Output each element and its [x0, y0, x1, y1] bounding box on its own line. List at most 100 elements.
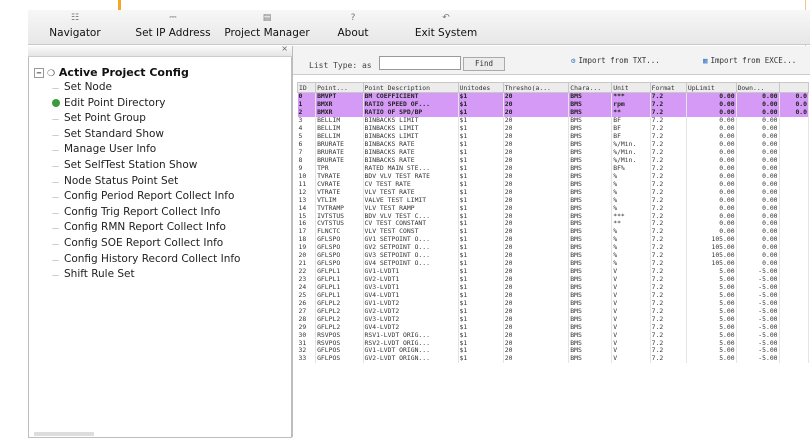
- navigator-button[interactable]: ☷ Navigator: [42, 10, 108, 44]
- table-row[interactable]: 25 GFLPL1 GV4-LVDT1 $1 20 BMS V 7.2 5.00 -5.00: [297, 291, 810, 300]
- table-row[interactable]: 27 GFLPL2 GV2-LVDT2 $1 20 BMS V 7.2 5.00 -5.00: [297, 307, 810, 316]
- tree-item[interactable]: — Node Status Point Set: [52, 175, 178, 187]
- about-button[interactable]: ? About: [332, 10, 374, 44]
- import-txt-button[interactable]: ⚙ Import from TXT...: [571, 56, 660, 65]
- tree-item[interactable]: — Set Standard Show: [52, 128, 164, 140]
- column-header[interactable]: Unit: [611, 82, 651, 93]
- table-row[interactable]: 11 CVRATE CV TEST RATE $1 20 BMS% 7.2 0.00 0.00: [297, 180, 810, 189]
- table-row[interactable]: 33 GFLPOS GV2-LVDT ORIGN... $1 20 BMS V 7.2 5.00…: [297, 354, 810, 363]
- table-row[interactable]: 4 BELLIM BINBACKS LIMIT $1 20 BMS BF 7.2 0.00 0.0…: [297, 124, 810, 133]
- table-cell: GV4 SETPOINT O...: [363, 259, 459, 268]
- import-txt-label: Import from TXT...: [578, 56, 660, 65]
- table-cell: $1: [458, 347, 504, 355]
- table-cell: -5.00: [736, 315, 780, 324]
- table-cell: [779, 283, 810, 292]
- table-cell: 5.00: [686, 299, 737, 308]
- tree-item[interactable]: — Shift Rule Set: [52, 268, 135, 280]
- table-cell: 22: [297, 267, 317, 276]
- tree-item[interactable]: — Config History Record Collect Info: [52, 253, 241, 265]
- table-cell: $1: [458, 100, 504, 109]
- table-row[interactable]: 16 CVTSTUS CV TEST CONSTANT $1 20 BMS ** 7.2 0.0…: [297, 220, 810, 228]
- excel-icon: ▦: [703, 56, 708, 65]
- set-ip-address-button[interactable]: ⎓ Set IP Address: [124, 10, 222, 44]
- table-row[interactable]: 12 VTRATE VLV TEST RATE $1 20 BMS% 7.2 0.00 0.00: [297, 188, 810, 197]
- table-cell: 105.00: [686, 243, 737, 252]
- table-cell: $1: [458, 180, 504, 189]
- table-row[interactable]: 2 BMXR RATIO OF SPD/BP $1 20 BMS ** 7.2 0.00 0.00…: [297, 108, 810, 117]
- table-row[interactable]: 1 BMXR RATIO SPEED OF... $1 20 BMS rpm 7.2 0.00 0…: [297, 100, 810, 109]
- column-header[interactable]: Down...: [735, 82, 780, 93]
- table-row[interactable]: 6 BRURATE BINBACKS RATE $1 20 BMS %/Min. 7.2 0.0…: [297, 140, 810, 149]
- table-cell: 25: [297, 291, 317, 300]
- table-row[interactable]: 22 GFLPL1 GV1-LVDT1 $1 20 BMS V 7.2 5.00 -5.00: [297, 267, 810, 276]
- list-type-input[interactable]: [379, 56, 461, 70]
- table-row[interactable]: 9 TPR RATED MAIN STE... $1 20 BMS BF% 7.2 0.00 0.…: [297, 164, 810, 173]
- table-row[interactable]: 24 GFLPL1 GV3-LVDT1 $1 20 BMS V 7.2 5.00 -5.00: [297, 283, 810, 292]
- table-cell: BMS: [568, 156, 613, 165]
- collapse-icon[interactable]: −: [34, 68, 44, 78]
- table-cell: [779, 196, 810, 205]
- table-row[interactable]: 20 GFLSPO GV3 SETPOINT O... $1 20 BMS% 7.2 105.…: [297, 251, 810, 260]
- table-row[interactable]: 21 GFLSPO GV4 SETPOINT O... $1 20 BMS% 7.2 105.…: [297, 259, 810, 268]
- table-row[interactable]: 3 BELLIM BINBACKS LIMIT $1 20 BMS BF 7.2 0.00 0.0…: [297, 116, 810, 125]
- column-header[interactable]: Unitodes: [457, 82, 504, 93]
- tree-branch-icon: —: [52, 177, 59, 186]
- table-row[interactable]: 23 GFLPL1 GV2-LVDT1 $1 20 BMS V 7.2 5.00 -5.00: [297, 275, 810, 284]
- table-row[interactable]: 8 BRURATE BINBACKS RATE $1 20 BMS %/Min. 7.2 0.0…: [297, 156, 810, 165]
- table-row[interactable]: 32 GFLPOS GV1-LVDT ORIGN... $1 20 BMS V 7.2 5.00…: [297, 347, 810, 355]
- table-row[interactable]: 5 BELLIM BINBACKS LIMIT $1 20 BMS BF 7.2 0.00 0.0…: [297, 132, 810, 141]
- tree-item[interactable]: — Config SOE Report Collect Info: [52, 237, 223, 249]
- table-row[interactable]: 17 FLNCTC VLV TEST CONST $1 20 BMS% 7.2 0.00 0.0…: [297, 227, 810, 236]
- table-cell: 29: [297, 323, 317, 332]
- table-cell: 0.00: [686, 156, 737, 165]
- table-cell: [779, 172, 810, 181]
- table-cell: BMVPT: [315, 92, 364, 101]
- table-row[interactable]: 26 GFLPL2 GV1-LVDT2 $1 20 BMS V 7.2 5.00 -5.00: [297, 299, 810, 308]
- close-icon[interactable]: ×: [281, 44, 288, 53]
- tree-item[interactable]: — Config Period Report Collect Info: [52, 190, 234, 202]
- project-manager-button[interactable]: ▤ Project Manager: [224, 10, 310, 44]
- column-header[interactable]: Point Description: [362, 82, 459, 93]
- tree-item[interactable]: — Config Trig Report Collect Info: [52, 206, 220, 218]
- table-cell: -5.00: [736, 331, 780, 340]
- table-row[interactable]: 15 IVTSTUS BDV VLV TEST C... $1 20 BMS *** 7.2 0…: [297, 212, 810, 220]
- table-row[interactable]: 29 GFLPL2 GV4-LVDT2 $1 20 BMS V 7.2 5.00 -5.00: [297, 323, 810, 332]
- table-cell: -5.00: [736, 347, 780, 355]
- table-row[interactable]: 0 BMVPT BM COEFFICIENT $1 20 BMS *** 7.2 0.00 0.0…: [297, 92, 810, 101]
- table-cell: 7.2: [650, 188, 687, 197]
- tree-scrollbar[interactable]: [34, 432, 94, 436]
- table-cell: 0.00: [736, 148, 780, 157]
- column-header[interactable]: Thresho(a...: [502, 82, 570, 93]
- table-row[interactable]: 18 GFLSPO GV1 SETPOINT O... $1 20 BMS% 7.2 105.…: [297, 235, 810, 244]
- table-row[interactable]: 28 GFLPL2 GV3-LVDT2 $1 20 BMS V 7.2 5.00 -5.00: [297, 315, 810, 324]
- tree-item[interactable]: — Set Point Group: [52, 112, 146, 124]
- tree-root-active-project-config[interactable]: − ❍ Active Project Config: [34, 66, 189, 79]
- table-row[interactable]: 19 GFLSPO GV2 SETPOINT O... $1 20 BMS% 7.2 105.…: [297, 243, 810, 252]
- import-excel-button[interactable]: ▦ Import from EXCE...: [703, 56, 796, 65]
- find-button[interactable]: Find: [463, 57, 505, 71]
- tree-item[interactable]: — Manage User Info: [52, 143, 156, 155]
- column-header[interactable]: Point...: [315, 82, 364, 93]
- tree-item[interactable]: — Set SelfTest Station Show: [52, 159, 197, 171]
- tree-item[interactable]: — Set Node: [52, 81, 112, 93]
- column-header[interactable]: ID: [296, 82, 317, 93]
- table-row[interactable]: 10 TVRATE BDV VLV TEST RATE $1 20 BMS% 7.2 0.00…: [297, 172, 810, 181]
- table-row[interactable]: 30 RSVPOS RSV1-LVDT ORIG... $1 20 BMS V 7.2 5.00…: [297, 331, 810, 340]
- column-header[interactable]: UpLimit: [685, 82, 737, 93]
- column-header[interactable]: Chara...: [568, 82, 613, 93]
- table-row[interactable]: 31 RSVPOS RSV2-LVDT ORIG... $1 20 BMS V 7.2 5.00…: [297, 339, 810, 347]
- column-header[interactable]: Format: [649, 82, 687, 93]
- table-cell: FLNCTC: [315, 227, 364, 236]
- tree-branch-icon: —: [52, 84, 59, 92]
- exit-system-button[interactable]: ↶ Exit System: [408, 10, 484, 44]
- table-row[interactable]: 7 BRURATE BINBACKS RATE $1 20 BMS %/Min. 7.2 0.0…: [297, 148, 810, 157]
- tree-item[interactable]: Edit Point Directory: [52, 97, 165, 109]
- table-cell: 20: [503, 339, 570, 347]
- tree-item[interactable]: — Config RMN Report Collect Info: [52, 221, 226, 233]
- table-row[interactable]: 14 TVTRAMP VLV TEST RAMP $1 20 BMS% 7.2 0.00 0.0…: [297, 204, 810, 213]
- table-row[interactable]: 13 VTLIM VALVE TEST LIMIT $1 20 BMS% 7.2 0.00 0.…: [297, 196, 810, 205]
- table-cell: VTLIM: [315, 196, 364, 205]
- table-cell: [779, 339, 810, 347]
- table-cell: BMS: [568, 204, 613, 213]
- column-header[interactable]: [778, 82, 810, 93]
